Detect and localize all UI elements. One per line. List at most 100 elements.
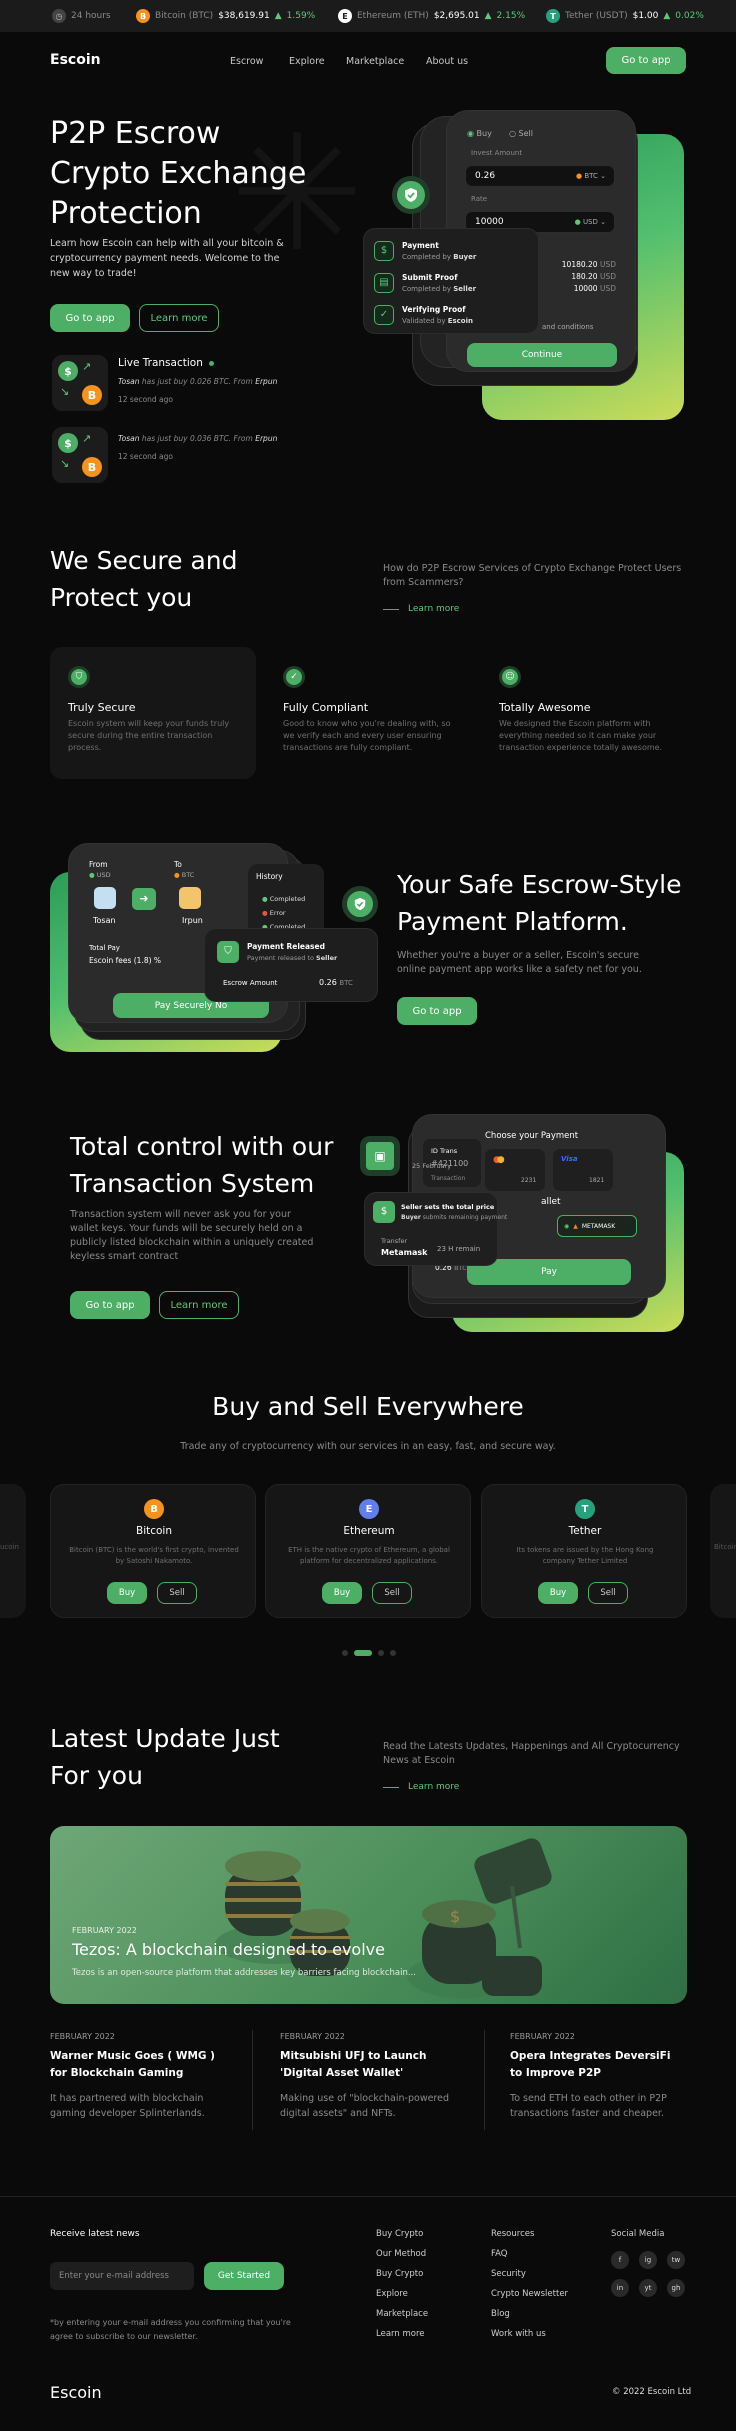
news-desc: To send ETH to each other in P2P transac…: [510, 2093, 667, 2119]
invest-amount-input[interactable]: 0.26 ● BTC ⌄: [465, 165, 615, 187]
nav-go-to-app-button[interactable]: Go to app: [606, 47, 686, 74]
arrow-right-icon: ➜: [132, 888, 156, 910]
transfer-label: Transfer: [381, 1237, 408, 1245]
feature-title: Totally Awesome: [499, 701, 591, 714]
control-go-to-app-button[interactable]: Go to app: [70, 1291, 150, 1319]
news-title[interactable]: Mitsubishi UFJ to Launch 'Digital Asset …: [280, 2048, 455, 2082]
mastercard-option[interactable]: ●● 2231: [485, 1149, 545, 1191]
footer-link[interactable]: Security: [491, 2269, 526, 2279]
pagination-dot[interactable]: [342, 1650, 348, 1656]
tether-icon: T: [546, 9, 560, 23]
buy-button[interactable]: Buy: [538, 1582, 578, 1604]
pagination-dot[interactable]: [390, 1650, 396, 1656]
history-label: History: [256, 872, 283, 881]
featured-news-card[interactable]: $ FEBRUARY 2022 Tezos: A blockchain desi…: [50, 1826, 687, 2004]
terms-text[interactable]: and conditions: [542, 323, 593, 331]
shield-check-icon: [342, 886, 378, 922]
footer-link[interactable]: Marketplace: [376, 2309, 428, 2319]
nav-marketplace[interactable]: Marketplace: [346, 56, 404, 67]
news-date: FEBRUARY 2022: [280, 2032, 345, 2041]
hero-go-to-app-button[interactable]: Go to app: [50, 304, 130, 332]
nav-about-us[interactable]: About us: [426, 56, 468, 67]
pagination-dot-active[interactable]: [354, 1650, 372, 1656]
continue-button[interactable]: Continue: [467, 343, 617, 367]
instagram-icon[interactable]: ig: [639, 2251, 657, 2269]
metamask-option[interactable]: ◉ ▲ METAMASK: [557, 1215, 637, 1237]
arrow-line-icon: [383, 609, 399, 610]
visa-option[interactable]: Visa 1821: [553, 1149, 613, 1191]
nav-explore[interactable]: Explore: [289, 56, 325, 67]
coin-change: 1.59%: [286, 11, 316, 21]
smile-icon: ☺: [499, 666, 521, 688]
footer-link[interactable]: Crypto Newsletter: [491, 2289, 568, 2299]
notice-sub: Buyer submits remaining payment: [401, 1214, 508, 1221]
facebook-icon[interactable]: f: [611, 2251, 629, 2269]
date-label: Transaction: [431, 1175, 466, 1182]
trade-card-ethereum: E Ethereum ETH is the native crypto of E…: [265, 1484, 471, 1618]
featured-date: FEBRUARY 2022: [72, 1926, 137, 1935]
fox-icon: ▲: [573, 1222, 578, 1230]
feature-desc: We designed the Escoin platform with eve…: [499, 719, 663, 752]
news-item[interactable]: FEBRUARY 2022 Opera Integrates DeversiFi…: [510, 2032, 685, 2121]
control-learn-more-button[interactable]: Learn more: [159, 1291, 239, 1319]
ticker-ethereum[interactable]: E Ethereum (ETH) $2,695.01 ▲ 2.15%: [338, 0, 525, 32]
from-name: Tosan: [93, 916, 116, 925]
coin-select[interactable]: ● BTC ⌄: [576, 172, 606, 180]
news-item[interactable]: FEBRUARY 2022 Mitsubishi UFJ to Launch '…: [280, 2032, 455, 2121]
footer-link[interactable]: Learn more: [376, 2329, 424, 2339]
footer-link[interactable]: Explore: [376, 2289, 408, 2299]
sell-button[interactable]: Sell: [372, 1582, 412, 1604]
ethereum-icon: E: [338, 9, 352, 23]
coin-desc: Its tokens are issued by the Hong Kong c…: [516, 1546, 654, 1565]
email-input[interactable]: Enter your e-mail address: [50, 2262, 194, 2290]
sell-button[interactable]: Sell: [157, 1582, 197, 1604]
get-started-button[interactable]: Get Started: [204, 2262, 284, 2290]
footer-link[interactable]: Work with us: [491, 2329, 546, 2339]
caret-up-icon: ▲: [484, 11, 492, 21]
sell-radio[interactable]: ○ Sell: [509, 129, 533, 138]
ticker-bitcoin[interactable]: B Bitcoin (BTC) $38,619.91 ▲ 1.59%: [136, 0, 315, 32]
transaction-date: 25 February: [412, 1162, 452, 1170]
hero-learn-more-button[interactable]: Learn more: [139, 304, 219, 332]
trade-card-edge: ucoin: [0, 1484, 26, 1618]
bitcoin-icon: B: [144, 1499, 164, 1519]
nav-escrow[interactable]: Escrow: [230, 56, 263, 67]
coin-change: 0.02%: [675, 11, 704, 21]
trade-title: Buy and Sell Everywhere: [212, 1392, 524, 1421]
ticker-tether[interactable]: T Tether (USDT) $1.00 ▲ 0.02%: [546, 0, 704, 32]
footer-link[interactable]: Blog: [491, 2309, 510, 2319]
news-date: FEBRUARY 2022: [50, 2032, 115, 2041]
buy-button[interactable]: Buy: [322, 1582, 362, 1604]
footer-link[interactable]: Buy Crypto: [376, 2269, 423, 2279]
footer-link[interactable]: Resources: [491, 2229, 534, 2239]
footer-link[interactable]: FAQ: [491, 2249, 507, 2259]
logo[interactable]: Escoin: [50, 52, 101, 68]
wallet-check-icon: ▣: [360, 1136, 400, 1176]
rate-values: 10180.20 USD 180.20 USD 10000 USD: [561, 260, 616, 293]
pagination-dot[interactable]: [378, 1650, 384, 1656]
footer-logo[interactable]: Escoin: [50, 2383, 102, 2402]
footer-link[interactable]: Buy Crypto: [376, 2229, 423, 2239]
choose-payment-label: Choose your Payment: [485, 1131, 579, 1141]
card-expiry: 2231: [521, 1177, 537, 1184]
news-desc: It has partnered with blockchain gaming …: [50, 2093, 205, 2119]
transaction-time: 12 second ago: [118, 395, 174, 404]
secure-question: How do P2P Escrow Services of Crypto Exc…: [383, 563, 682, 588]
sell-button[interactable]: Sell: [588, 1582, 628, 1604]
twitter-icon[interactable]: tw: [667, 2251, 685, 2269]
linkedin-icon[interactable]: in: [611, 2279, 629, 2297]
currency-select[interactable]: ● USD ⌄: [575, 218, 606, 226]
escrow-go-to-app-button[interactable]: Go to app: [397, 997, 477, 1025]
transaction-row: Tosan has just buy 0.036 BTC. From Erpun: [118, 434, 278, 443]
news-title[interactable]: Warner Music Goes ( WMG ) for Blockchain…: [50, 2048, 225, 2082]
news-item[interactable]: FEBRUARY 2022 Warner Music Goes ( WMG ) …: [50, 2032, 225, 2121]
footer-link[interactable]: Our Method: [376, 2249, 426, 2259]
github-icon[interactable]: gh: [667, 2279, 685, 2297]
news-desc: Read the Latests Updates, Happenings and…: [383, 1741, 680, 1766]
featured-title[interactable]: Tezos: A blockchain designed to evolve: [72, 1940, 385, 1959]
news-title[interactable]: Opera Integrates DeversiFi to Improve P2…: [510, 2048, 685, 2082]
youtube-icon[interactable]: yt: [639, 2279, 657, 2297]
volume-indicator: ◷ 24 hours: [52, 0, 111, 32]
buy-radio[interactable]: ◉ Buy: [467, 129, 492, 138]
buy-button[interactable]: Buy: [107, 1582, 147, 1604]
